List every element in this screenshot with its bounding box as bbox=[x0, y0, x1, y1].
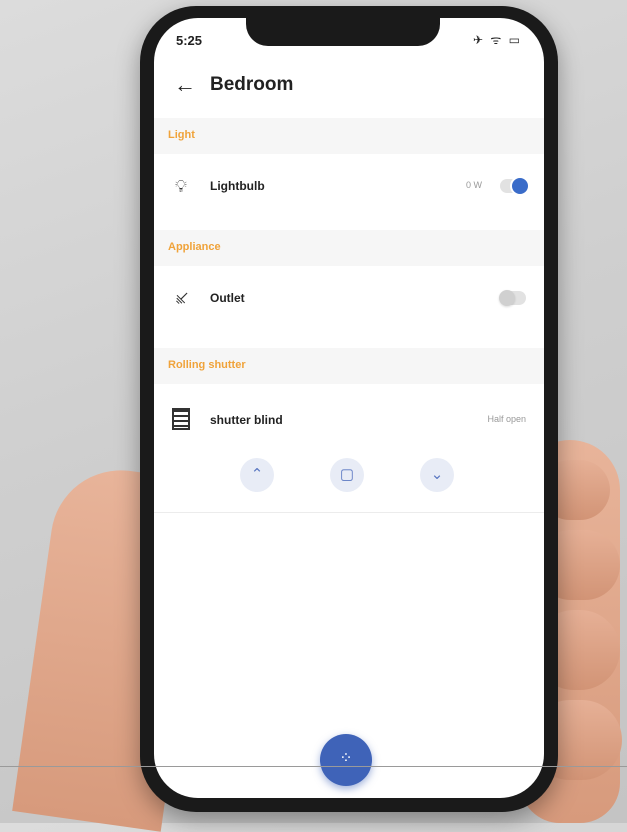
lightbulb-icon: 💡︎ bbox=[175, 177, 187, 196]
section-header-rolling-shutter: Rolling shutter bbox=[154, 348, 544, 384]
device-row-shutter[interactable]: shutter blind Half open bbox=[154, 388, 544, 454]
section-label: Light bbox=[168, 129, 195, 141]
menu-grid-button[interactable]: ⁘ bbox=[320, 734, 372, 786]
device-label: Lightbulb bbox=[210, 179, 265, 193]
section-header-light: Light bbox=[154, 118, 544, 154]
status-time: 5:25 bbox=[176, 33, 203, 48]
shutter-down-button[interactable]: ⌄ bbox=[420, 458, 454, 492]
device-row-outlet[interactable]: ⏚ Outlet bbox=[154, 266, 544, 332]
status-icons: ✈ ᯤ ▭ bbox=[472, 33, 522, 47]
shutter-icon bbox=[172, 408, 190, 430]
plug-icon: ⏚ bbox=[168, 285, 195, 312]
header: ← Bedroom bbox=[154, 70, 544, 110]
toggle-knob bbox=[512, 178, 528, 194]
shutter-stop-button[interactable]: ▢ bbox=[330, 458, 364, 492]
section-header-appliance: Appliance bbox=[154, 230, 544, 266]
outlet-toggle[interactable] bbox=[499, 290, 526, 306]
lightbulb-toggle[interactable] bbox=[500, 178, 528, 194]
back-arrow-icon[interactable]: ← bbox=[174, 72, 196, 98]
device-row-lightbulb[interactable]: 💡︎ Lightbulb 0 W bbox=[154, 154, 544, 220]
shutter-up-button[interactable]: ⌃ bbox=[240, 458, 274, 492]
device-label: Outlet bbox=[210, 291, 245, 305]
section-label: Appliance bbox=[168, 241, 221, 253]
app-screen: 5:25 ✈ ᯤ ▭ ← Bedroom Light 💡︎ Lightbulb … bbox=[154, 18, 544, 798]
toggle-knob bbox=[499, 290, 515, 306]
horizontal-rule bbox=[0, 766, 627, 767]
power-readout: 0 W bbox=[465, 180, 482, 190]
shutter-status: Half open bbox=[487, 414, 526, 424]
section-label: Rolling shutter bbox=[168, 359, 246, 371]
divider bbox=[154, 512, 544, 513]
notch bbox=[246, 18, 440, 46]
page-title: Bedroom bbox=[210, 74, 294, 95]
device-label: shutter blind bbox=[210, 413, 283, 427]
